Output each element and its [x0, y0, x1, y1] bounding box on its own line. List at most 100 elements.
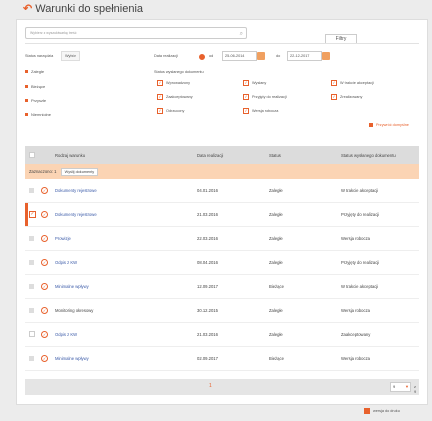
- date-to-input[interactable]: 22-12-2017: [287, 51, 322, 61]
- row-checkbox[interactable]: [29, 235, 34, 241]
- status-filter-niemniolne[interactable]: Niemniolne: [25, 112, 51, 117]
- row-doc-status: Wersja robocza: [340, 226, 419, 251]
- calendar-icon[interactable]: [257, 52, 265, 60]
- check-circle-icon: ✓: [41, 259, 48, 266]
- doc-filter-wersja-robocza[interactable]: ✓ Wersja robocza: [243, 108, 278, 114]
- search-icon[interactable]: ⌕: [240, 29, 243, 39]
- status-doc-label: Status wysłanego dokumentu: [154, 70, 204, 74]
- row-name[interactable]: Minimalne wpływy: [54, 346, 196, 371]
- row-checkbox[interactable]: [29, 307, 34, 313]
- row-status: Bieżące: [268, 274, 340, 299]
- row-checkbox-cell[interactable]: [25, 179, 40, 203]
- row-status: Zaległe: [268, 250, 340, 275]
- page-number[interactable]: 1: [209, 383, 212, 389]
- table-row[interactable]: ✓ Minimalne wpływy 12.09.2017 Bieżące W …: [25, 274, 419, 299]
- row-name[interactable]: Minimalne wpływy: [54, 274, 196, 299]
- table-row[interactable]: ✓ Odpis z KW 21.03.2016 Zaległe Zaakcept…: [25, 322, 419, 347]
- do-label: do: [276, 54, 281, 58]
- row-name[interactable]: Prowizje: [54, 226, 196, 251]
- row-doc-status: Zaakceptowany: [340, 322, 419, 347]
- page-header: ↶ Warunki do spełnienia: [23, 2, 143, 16]
- reset-filters-button[interactable]: Przywróć domyślne: [369, 123, 409, 127]
- col-status[interactable]: Status: [268, 146, 340, 164]
- row-date: 04.01.2016: [196, 179, 268, 203]
- doc-status-label: Odrzucony: [166, 109, 185, 113]
- selection-cell: Zaznaczono: 1 Wyślij dokumenty: [25, 164, 419, 179]
- wybor-select[interactable]: Wybór: [61, 51, 80, 61]
- row-checkbox[interactable]: [29, 355, 34, 361]
- doc-filter-wprowadzony[interactable]: ✓ Wprowadzony: [157, 80, 190, 86]
- checkbox-checked-icon: ✓: [157, 80, 163, 86]
- row-status: Zaległe: [268, 298, 340, 323]
- selected-count: Zaznaczono: 1: [29, 168, 57, 174]
- row-name[interactable]: Dokumenty rejestrowe: [54, 202, 196, 227]
- row-icon-cell: ✓: [40, 298, 54, 323]
- row-doc-status: W trakcie akceptacji: [340, 179, 419, 203]
- print-label: wersja do druku: [373, 409, 400, 413]
- doc-filter-zaakceptowany[interactable]: ✓ Zaakceptowany: [157, 94, 193, 100]
- date-radio[interactable]: [199, 54, 205, 60]
- date-from-input[interactable]: 25-06-2014: [222, 51, 257, 61]
- per-page-select[interactable]: 9 ▼: [390, 382, 411, 392]
- table-row[interactable]: ✓ ✓ Dokumenty rejestrowe 21.03.2016 Zale…: [25, 202, 419, 227]
- row-status: Zaległe: [268, 226, 340, 251]
- send-documents-button[interactable]: Wyślij dokumenty: [60, 167, 99, 176]
- status-filter-biezace[interactable]: Bieżące: [25, 84, 45, 89]
- check-circle-icon: ✓: [41, 211, 48, 218]
- icon-header: [40, 146, 54, 164]
- data-realizacji-label: Data realizacji: [154, 54, 178, 58]
- col-rodzaj[interactable]: Rodzaj warunku: [54, 146, 196, 164]
- row-checkbox-cell[interactable]: [25, 226, 40, 251]
- row-checkbox-cell[interactable]: [25, 274, 40, 299]
- doc-filter-w-trakcie[interactable]: ✓ W trakcie akceptacji: [331, 80, 374, 86]
- row-checkbox[interactable]: [29, 331, 35, 337]
- print-icon: [364, 408, 370, 414]
- print-version-link[interactable]: wersja do druku: [364, 408, 400, 414]
- chevron-down-icon: ▼: [405, 384, 409, 389]
- calendar-icon[interactable]: [322, 52, 330, 60]
- row-name[interactable]: Dokumenty rejestrowe: [54, 179, 196, 203]
- row-name[interactable]: Odpis z KW: [54, 250, 196, 275]
- main-panel: Wybierz z wyszukiwarkę treść ⌕ Filtry St…: [16, 19, 428, 405]
- reset-icon: [369, 123, 373, 127]
- doc-filter-odrzucony[interactable]: ✓ Odrzucony: [157, 108, 184, 114]
- doc-filter-przyjety[interactable]: ✓ Przyjęty do realizacji: [243, 94, 287, 100]
- row-name[interactable]: Monitoring okresowy: [54, 298, 196, 323]
- table-row[interactable]: ✓ Dokumenty rejestrowe 04.01.2016 Zaległ…: [25, 179, 419, 203]
- check-circle-icon: ✓: [41, 355, 48, 362]
- table-row[interactable]: ✓ Odpis z KW 08.04.2016 Zaległe Przyjęty…: [25, 250, 419, 275]
- select-all-checkbox[interactable]: [29, 151, 35, 158]
- back-arrow-icon[interactable]: ↶: [23, 2, 32, 15]
- row-checkbox[interactable]: [29, 283, 34, 289]
- row-checkbox-cell[interactable]: [25, 322, 40, 347]
- doc-status-label: Przyjęty do realizacji: [252, 95, 287, 99]
- table-row[interactable]: ✓ Monitoring okresowy 30.12.2015 Zaległe…: [25, 298, 419, 323]
- col-data[interactable]: Data realizacji: [196, 146, 268, 164]
- row-status: Zaległe: [268, 179, 340, 203]
- row-doc-status: Wersja robocza: [340, 298, 419, 323]
- row-checkbox-cell[interactable]: [25, 250, 40, 275]
- row-checkbox-cell[interactable]: ✓: [25, 202, 40, 227]
- row-date: 21.03.2016: [196, 322, 268, 347]
- doc-filter-zrealizowany[interactable]: ✓ Zrealizowany: [331, 94, 362, 100]
- row-name[interactable]: Odpis z KW: [54, 322, 196, 347]
- doc-status-label: W trakcie akceptacji: [340, 81, 374, 85]
- row-doc-status: Wersja robocza: [340, 346, 419, 371]
- checkbox-checked-icon: ✓: [243, 94, 249, 100]
- search-input[interactable]: Wybierz z wyszukiwarkę treść ⌕: [25, 27, 247, 39]
- status-filter-przyszle[interactable]: Przyszłe: [25, 98, 46, 103]
- row-checkbox[interactable]: [29, 259, 34, 265]
- reset-label: Przywróć domyślne: [376, 123, 409, 127]
- table-row[interactable]: ✓ Minimalne wpływy 02.09.2017 Bieżące We…: [25, 346, 419, 371]
- row-checkbox-cell[interactable]: [25, 298, 40, 323]
- status-filter-zalegle[interactable]: Zaległe: [25, 69, 44, 74]
- checkbox-icon: [25, 113, 28, 116]
- row-date: 30.12.2015: [196, 298, 268, 323]
- col-doc-status[interactable]: Status wysłanego dokumentu: [340, 146, 419, 164]
- row-checkbox-checked[interactable]: ✓: [29, 211, 36, 218]
- row-checkbox[interactable]: [29, 187, 34, 193]
- table-row[interactable]: ✓ Prowizje 22.03.2016 Zaległe Wersja rob…: [25, 226, 419, 251]
- doc-filter-wyslany[interactable]: ✓ Wysłany: [243, 80, 266, 86]
- row-checkbox-cell[interactable]: [25, 346, 40, 371]
- select-all-cell[interactable]: [25, 146, 40, 164]
